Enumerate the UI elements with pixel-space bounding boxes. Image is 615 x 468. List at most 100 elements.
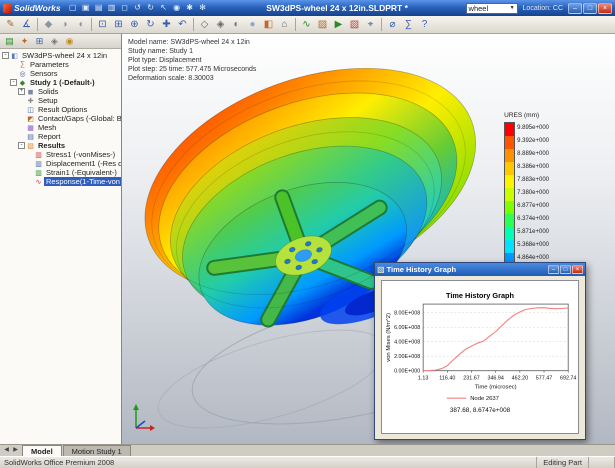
tab-scroll-left-icon[interactable]: ◀ — [2, 445, 11, 456]
tree-item-parameters[interactable]: ∑Parameters — [0, 60, 121, 69]
results-folder-icon: ▧ — [26, 142, 35, 150]
open-document-icon[interactable]: ▣ — [80, 2, 92, 14]
section-view-icon[interactable]: ◧ — [261, 17, 276, 32]
tree-expander[interactable]: + — [18, 88, 25, 95]
options-icon[interactable]: ✻ — [197, 2, 209, 14]
tree-item-mesh[interactable]: ▦Mesh — [0, 123, 121, 132]
simulation-study-icon[interactable]: ∿ — [299, 17, 314, 32]
select-icon[interactable]: ↖ — [158, 2, 170, 14]
print-icon[interactable]: ▥ — [106, 2, 118, 14]
graph-window-titlebar[interactable]: ▧ Time History Graph –□× — [375, 263, 585, 276]
new-document-icon[interactable]: ▢ — [67, 2, 79, 14]
smart-dimension-icon[interactable]: ∡ — [19, 17, 34, 32]
graph-maximize-button[interactable]: □ — [560, 265, 571, 274]
previous-view-icon[interactable]: ↶ — [175, 17, 190, 32]
maximize-button[interactable]: □ — [583, 3, 597, 14]
tree-item-report[interactable]: ▤Report — [0, 132, 121, 141]
redo-icon[interactable]: ↻ — [145, 2, 157, 14]
measure-icon[interactable]: ⌀ — [385, 17, 400, 32]
rotate-view-icon[interactable]: ↻ — [143, 17, 158, 32]
tree-expander[interactable]: - — [2, 52, 9, 59]
tab-scroll-right-icon[interactable]: ▶ — [11, 445, 20, 456]
tree-item-strain-plot[interactable]: ▥Strain1 (-Equivalent-) — [0, 168, 121, 177]
help-icon[interactable]: ? — [417, 17, 432, 32]
solidworks-logo-icon — [3, 4, 12, 13]
tree-item-contact-gaps[interactable]: ◩Contact/Gaps (-Global: Bonded-) — [0, 114, 121, 123]
zoom-fit-icon[interactable]: ⊡ — [95, 17, 110, 32]
legend-color-band — [505, 136, 514, 149]
plot-info-line: Model name: SW3dPS-wheel 24 x 12in — [128, 38, 256, 47]
legend-color-band — [505, 201, 514, 214]
tree-item-study[interactable]: -◆Study 1 (-Default-) — [0, 78, 121, 87]
dimxpert-tab[interactable]: ◈ — [48, 35, 61, 48]
propertymanager-tab[interactable]: ✦ — [18, 35, 31, 48]
results-plot-icon[interactable]: ▧ — [347, 17, 362, 32]
legend-value-label: 5.871e+000 — [517, 226, 549, 239]
setup-icon: ✚ — [26, 97, 35, 105]
tree-expander-none — [18, 106, 25, 113]
strain-plot-icon: ▥ — [34, 169, 43, 177]
tree-item-sensors[interactable]: ◎Sensors — [0, 69, 121, 78]
tree-item-stress-plot[interactable]: ▥Stress1 (-vonMises-) — [0, 150, 121, 159]
titlebar[interactable]: SolidWorks ▢▣▤▥◻↺↻↖◉✱✻ SW3dPS-wheel 24 x… — [0, 0, 615, 16]
tree-expander-none — [18, 97, 25, 104]
displaymanager-tab[interactable]: ◉ — [63, 35, 76, 48]
document-tab-motion-study-1[interactable]: Motion Study 1 — [63, 445, 131, 456]
tree-item-response-plot[interactable]: ∿Response(1-Time-von Mises-) — [0, 177, 121, 186]
tree-item-label: Results — [36, 141, 67, 150]
run-analysis-icon[interactable]: ▶ — [331, 17, 346, 32]
file-properties-icon[interactable]: ✱ — [184, 2, 196, 14]
extruded-boss-icon[interactable]: ◆ — [41, 17, 56, 32]
tree-item-results-folder[interactable]: -▧Results — [0, 141, 121, 150]
configurationmanager-tab[interactable]: ⊞ — [33, 35, 46, 48]
shaded-icon[interactable]: ● — [245, 17, 260, 32]
tree-expander[interactable]: - — [18, 142, 25, 149]
revolved-boss-icon[interactable]: ◑ — [57, 17, 72, 32]
mesh-icon: ▦ — [26, 124, 35, 132]
result-options-icon: ◫ — [26, 106, 35, 114]
chart-icon: ▧ — [377, 265, 385, 274]
close-button[interactable]: × — [598, 3, 612, 14]
search-box[interactable]: wheel ▼ — [466, 3, 518, 14]
legend-value-label: 9.895e+000 — [517, 122, 549, 135]
zoom-area-icon[interactable]: ⊞ — [111, 17, 126, 32]
featuremanager-tab[interactable]: ▤ — [3, 35, 16, 48]
status-extra — [589, 457, 615, 468]
rebuild-icon[interactable]: ◉ — [171, 2, 183, 14]
tree-item-solids-folder[interactable]: +◼Solids — [0, 87, 121, 96]
parameters-icon: ∑ — [18, 61, 27, 68]
status-message: SolidWorks Office Premium 2008 — [0, 457, 537, 468]
tree-item-part[interactable]: -◧SW3dPS-wheel 24 x 12in — [0, 51, 121, 60]
graph-close-button[interactable]: × — [572, 265, 583, 274]
apply-material-icon[interactable]: ▨ — [315, 17, 330, 32]
fillet-icon[interactable]: ◖ — [73, 17, 88, 32]
minimize-button[interactable]: – — [568, 3, 582, 14]
tree-expander[interactable]: - — [10, 79, 17, 86]
tree-item-setup[interactable]: ✚Setup — [0, 96, 121, 105]
svg-text:0.00E+000: 0.00E+000 — [394, 369, 420, 375]
sketch-icon[interactable]: ✎ — [3, 17, 18, 32]
tree-item-result-options[interactable]: ◫Result Options — [0, 105, 121, 114]
tree-expander-none — [10, 61, 17, 68]
mass-properties-icon[interactable]: ∑ — [401, 17, 416, 32]
graph-minimize-button[interactable]: – — [548, 265, 559, 274]
svg-text:346.94: 346.94 — [487, 376, 503, 382]
zoom-in-out-icon[interactable]: ⊕ — [127, 17, 142, 32]
panel-tabs: ▤✦⊞◈◉ — [0, 34, 121, 49]
pan-icon[interactable]: ✚ — [159, 17, 174, 32]
print-preview-icon[interactable]: ◻ — [119, 2, 131, 14]
save-icon[interactable]: ▤ — [93, 2, 105, 14]
probe-icon[interactable]: ⌖ — [363, 17, 378, 32]
chevron-down-icon[interactable]: ▼ — [510, 5, 515, 11]
document-tab-model[interactable]: Model — [22, 445, 62, 456]
time-history-graph-window[interactable]: ▧ Time History Graph –□× Time History Gr… — [374, 262, 586, 440]
wireframe-icon[interactable]: ◇ — [197, 17, 212, 32]
tree-item-label: SW3dPS-wheel 24 x 12in — [20, 51, 109, 60]
hidden-lines-visible-icon[interactable]: ◈ — [213, 17, 228, 32]
tree-expander-none — [18, 124, 25, 131]
tree-item-displacement-plot[interactable]: ▥Displacement1 (-Res disp-) — [0, 159, 121, 168]
view-orientation-icon[interactable]: ⌂ — [277, 17, 292, 32]
svg-text:8.00E+008: 8.00E+008 — [394, 311, 420, 317]
undo-icon[interactable]: ↺ — [132, 2, 144, 14]
shaded-with-edges-icon[interactable]: ◐ — [229, 17, 244, 32]
